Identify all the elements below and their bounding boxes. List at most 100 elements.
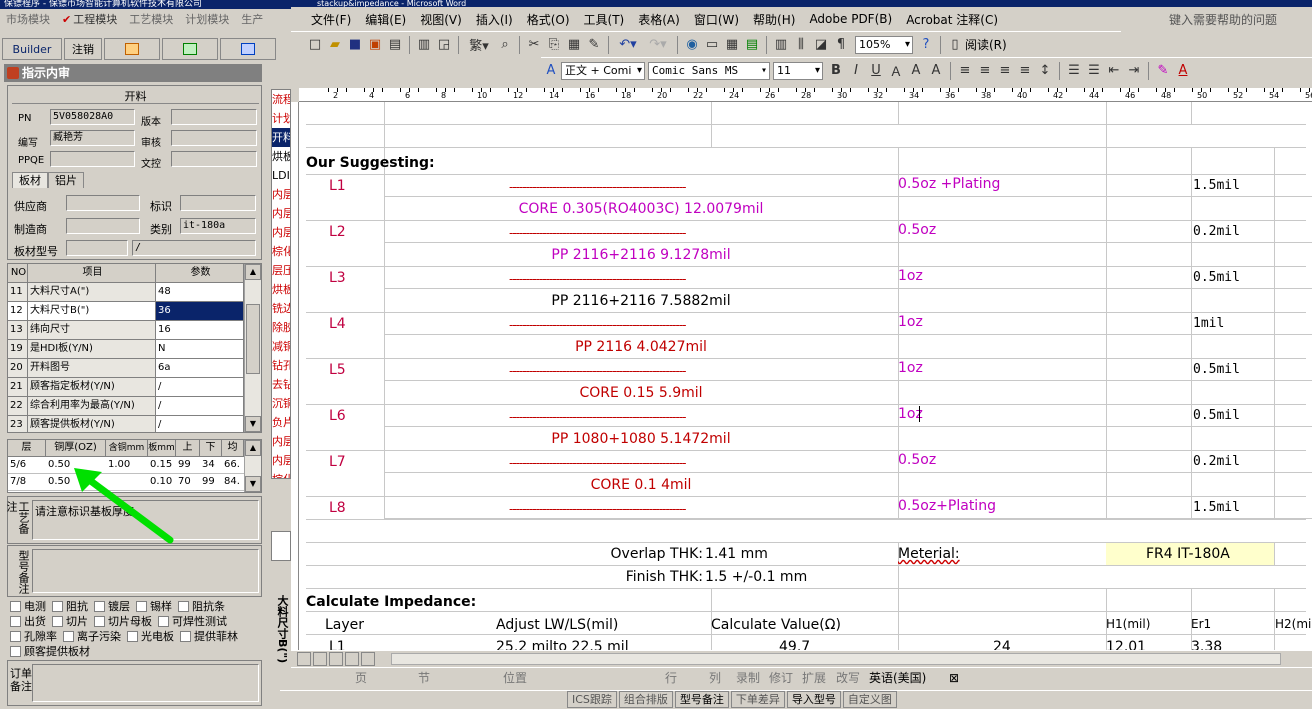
model-field-a[interactable] — [66, 240, 128, 256]
param-cell[interactable]: 23 — [8, 416, 28, 432]
cb-ion-contamination[interactable]: 离子污染 — [63, 628, 121, 644]
print-icon[interactable]: ▥ — [414, 35, 434, 55]
param-scrollbar[interactable]: ▲ ▼ — [244, 264, 261, 432]
param-cell[interactable]: 是HDI板(Y/N) — [28, 340, 156, 358]
char-scale-icon[interactable]: A — [926, 61, 946, 81]
author-field[interactable]: 臧艳芳 — [50, 130, 135, 146]
insert-table-icon[interactable]: ▦ — [722, 35, 742, 55]
insert-excel-icon[interactable]: ▤ — [742, 35, 762, 55]
model-field-b[interactable]: / — [132, 240, 256, 256]
web-view-icon[interactable] — [313, 652, 327, 666]
new-doc-icon[interactable]: □ — [305, 35, 325, 55]
param-cell[interactable]: / — [156, 378, 244, 396]
status-extend[interactable]: 扩展 — [802, 669, 826, 686]
preview-icon[interactable]: ◲ — [434, 35, 454, 55]
layer-scroll-down-icon[interactable]: ▼ — [245, 476, 261, 492]
menu-table[interactable]: 表格(A) — [638, 11, 680, 28]
scroll-up-icon[interactable]: ▲ — [245, 264, 261, 280]
bullets-icon[interactable]: ☰ — [1084, 61, 1104, 81]
layer-cell[interactable]: 99 — [200, 474, 222, 490]
char-shading-icon[interactable]: A — [906, 61, 926, 81]
cb-plating[interactable]: 镀层 — [94, 598, 130, 614]
param-row[interactable]: 22 综合利用率为最高(Y/N) / — [8, 397, 244, 416]
order-remark-field[interactable] — [32, 664, 259, 702]
cut-icon[interactable]: ✂ — [524, 35, 544, 55]
excel-button[interactable] — [162, 38, 218, 60]
columns-icon[interactable]: ▥ — [771, 35, 791, 55]
cb-shipment[interactable]: 出货 — [10, 613, 46, 629]
menu-help[interactable]: 帮助(H) — [753, 11, 795, 28]
outline-view-icon[interactable] — [345, 652, 359, 666]
step-item[interactable]: 内层 — [272, 432, 290, 451]
menu-acrobat[interactable]: Acrobat 注释(C) — [906, 11, 998, 28]
param-cell[interactable]: 顾客提供板材(Y/N) — [28, 416, 156, 432]
param-cell[interactable]: 大料尺寸A(") — [28, 283, 156, 301]
menu-insert[interactable]: 插入(I) — [476, 11, 513, 28]
read-mode-label[interactable]: 阅读(R) — [965, 36, 1007, 53]
menu-adobe-pdf[interactable]: Adobe PDF(B) — [809, 12, 892, 26]
param-row[interactable]: 12 大料尺寸B(") 36 — [8, 302, 244, 321]
document-map-icon[interactable]: ◪ — [811, 35, 831, 55]
param-cell[interactable]: / — [156, 416, 244, 432]
size-dropdown[interactable]: 11 — [773, 61, 823, 80]
step-item[interactable]: 开料 — [272, 128, 290, 147]
menu-view[interactable]: 视图(V) — [420, 11, 462, 28]
param-cell[interactable]: 48 — [156, 283, 244, 301]
styles-icon[interactable]: A — [541, 61, 561, 81]
menu-format[interactable]: 格式(O) — [527, 11, 570, 28]
zoom-dropdown[interactable]: 105% — [855, 35, 913, 54]
cb-electrical-test[interactable]: 电测 — [10, 598, 46, 614]
word-button[interactable] — [220, 38, 276, 60]
param-cell[interactable]: 开料图号 — [28, 359, 156, 377]
export-button[interactable] — [104, 38, 160, 60]
spelling-status-icon[interactable]: ⊠ — [949, 671, 959, 685]
step-item[interactable]: 烘板 — [272, 280, 290, 299]
normal-view-icon[interactable] — [297, 652, 311, 666]
cb-impedance[interactable]: 阻抗 — [52, 598, 88, 614]
font-dropdown[interactable]: Comic Sans MS — [648, 61, 770, 80]
param-cell[interactable]: N — [156, 340, 244, 358]
step-item[interactable]: 减铜 — [272, 337, 290, 356]
step-item[interactable]: 棕化 — [272, 242, 290, 261]
trad-simp-icon[interactable]: 繁▾ — [463, 35, 495, 55]
justify-icon[interactable]: ≡ — [1015, 61, 1035, 81]
bottom-tab[interactable]: 自定义图 — [842, 691, 897, 708]
param-row[interactable]: 11 大料尺寸A(") 48 — [8, 283, 244, 302]
step-item[interactable]: 铣边 — [272, 299, 290, 318]
version-field[interactable] — [171, 109, 257, 125]
menu-window[interactable]: 窗口(W) — [694, 11, 739, 28]
model-remark-field[interactable] — [32, 549, 259, 593]
drawing-icon[interactable]: ⫼ — [791, 35, 811, 55]
param-cell[interactable]: 顾客指定板材(Y/N) — [28, 378, 156, 396]
step-item[interactable]: 流程 — [272, 90, 290, 109]
type-field[interactable]: it-180a — [180, 218, 256, 234]
review-field[interactable] — [171, 130, 257, 146]
step-item[interactable]: 内层 — [272, 204, 290, 223]
layer-cell[interactable]: 66. — [222, 457, 244, 473]
status-revision[interactable]: 修订 — [769, 669, 793, 686]
hscroll-track[interactable] — [391, 653, 1281, 665]
menu-tools[interactable]: 工具(T) — [584, 11, 625, 28]
param-cell[interactable]: 纬向尺寸 — [28, 321, 156, 339]
reading-view-icon[interactable] — [361, 652, 375, 666]
step-input[interactable] — [271, 531, 291, 561]
param-cell[interactable]: 13 — [8, 321, 28, 339]
step-item[interactable]: 钻孔 — [272, 356, 290, 375]
param-row[interactable]: 23 顾客提供板材(Y/N) / — [8, 416, 244, 432]
step-item[interactable]: 内层 — [272, 451, 290, 470]
tab-board[interactable]: 板材 — [12, 172, 48, 188]
layer-cell[interactable]: 5/6 — [8, 457, 46, 473]
cb-tin-sample[interactable]: 锡样 — [136, 598, 172, 614]
italic-icon[interactable]: I — [846, 61, 866, 81]
menu-edit[interactable]: 编辑(E) — [365, 11, 406, 28]
align-center-icon[interactable]: ≡ — [975, 61, 995, 81]
pn-field[interactable]: 5V058028A0 — [50, 109, 135, 125]
layer-cell[interactable]: 34 — [200, 457, 222, 473]
document-area[interactable]: Our Suggesting: L1 -----------------------… — [299, 102, 1312, 650]
step-item[interactable]: 去钻 — [272, 375, 290, 394]
bottom-tab[interactable]: ICS跟踪 — [567, 691, 617, 708]
numbering-icon[interactable]: ☰ — [1064, 61, 1084, 81]
cb-section-mother[interactable]: 切片母板 — [94, 613, 152, 629]
logout-button[interactable]: 注销 — [64, 38, 102, 60]
menu-plan[interactable]: 计划模块 — [185, 11, 229, 27]
